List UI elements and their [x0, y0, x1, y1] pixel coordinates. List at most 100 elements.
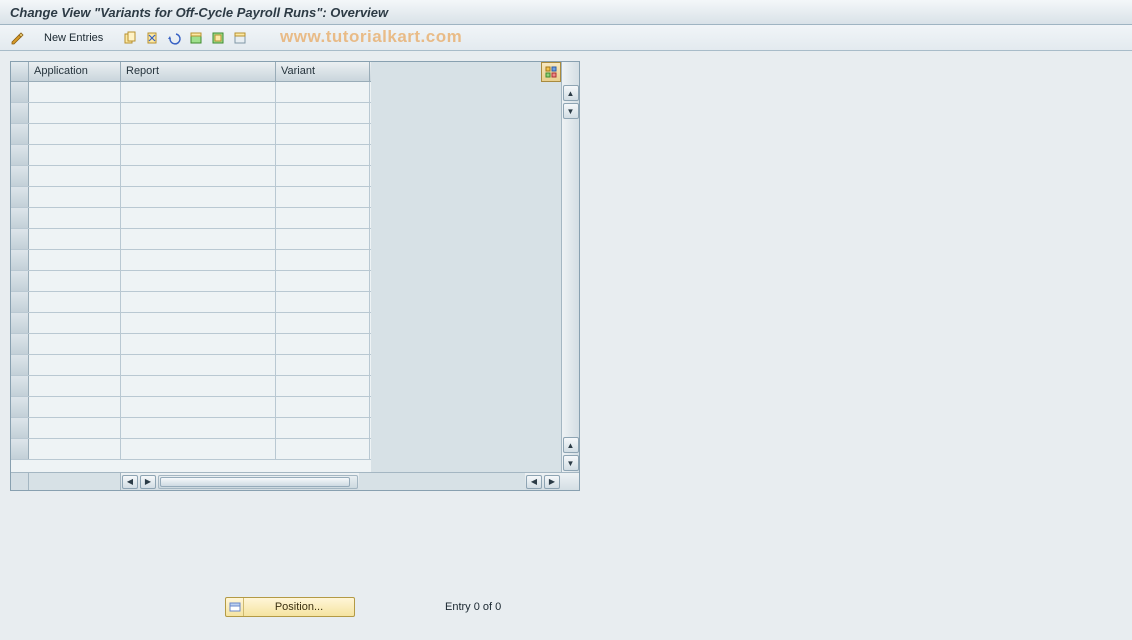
cell-report[interactable]	[121, 208, 276, 228]
cell-report[interactable]	[121, 355, 276, 375]
table-row	[11, 292, 371, 313]
scroll-up-icon[interactable]: ▲	[563, 85, 579, 101]
cell-application[interactable]	[29, 250, 121, 270]
cell-variant[interactable]	[276, 187, 370, 207]
cell-report[interactable]	[121, 166, 276, 186]
row-selector[interactable]	[11, 166, 29, 186]
row-selector-header[interactable]	[11, 62, 29, 81]
cell-application[interactable]	[29, 124, 121, 144]
cell-report[interactable]	[121, 250, 276, 270]
cell-report[interactable]	[121, 124, 276, 144]
cell-report[interactable]	[121, 145, 276, 165]
row-selector[interactable]	[11, 271, 29, 291]
cell-application[interactable]	[29, 208, 121, 228]
cell-application[interactable]	[29, 187, 121, 207]
scroll-right2-icon[interactable]: ▶	[544, 475, 560, 489]
cell-application[interactable]	[29, 397, 121, 417]
cell-report[interactable]	[121, 397, 276, 417]
cell-application[interactable]	[29, 439, 121, 459]
cell-variant[interactable]	[276, 145, 370, 165]
row-selector[interactable]	[11, 397, 29, 417]
change-icon[interactable]	[8, 29, 26, 47]
cell-variant[interactable]	[276, 313, 370, 333]
cell-report[interactable]	[121, 418, 276, 438]
cell-variant[interactable]	[276, 334, 370, 354]
row-selector[interactable]	[11, 187, 29, 207]
cell-variant[interactable]	[276, 271, 370, 291]
cell-report[interactable]	[121, 376, 276, 396]
row-selector[interactable]	[11, 418, 29, 438]
row-selector[interactable]	[11, 229, 29, 249]
row-selector[interactable]	[11, 439, 29, 459]
row-selector[interactable]	[11, 208, 29, 228]
row-selector[interactable]	[11, 313, 29, 333]
row-selector[interactable]	[11, 103, 29, 123]
select-all-icon[interactable]	[187, 29, 205, 47]
cell-variant[interactable]	[276, 229, 370, 249]
cell-report[interactable]	[121, 187, 276, 207]
row-selector[interactable]	[11, 124, 29, 144]
cell-report[interactable]	[121, 229, 276, 249]
cell-report[interactable]	[121, 82, 276, 102]
cell-variant[interactable]	[276, 397, 370, 417]
scroll-left-icon[interactable]: ◀	[122, 475, 138, 489]
cell-report[interactable]	[121, 103, 276, 123]
cell-variant[interactable]	[276, 439, 370, 459]
cell-report[interactable]	[121, 439, 276, 459]
cell-application[interactable]	[29, 82, 121, 102]
row-selector[interactable]	[11, 145, 29, 165]
cell-report[interactable]	[121, 271, 276, 291]
column-header-variant[interactable]: Variant	[276, 62, 370, 81]
row-selector[interactable]	[11, 292, 29, 312]
delete-icon[interactable]	[143, 29, 161, 47]
scroll-down-icon[interactable]: ▼	[563, 103, 579, 119]
scroll-left2-icon[interactable]: ◀	[526, 475, 542, 489]
row-selector[interactable]	[11, 334, 29, 354]
cell-application[interactable]	[29, 376, 121, 396]
cell-variant[interactable]	[276, 103, 370, 123]
hscroll-track[interactable]	[158, 475, 358, 489]
cell-application[interactable]	[29, 103, 121, 123]
cell-variant[interactable]	[276, 355, 370, 375]
cell-application[interactable]	[29, 271, 121, 291]
cell-application[interactable]	[29, 229, 121, 249]
cell-application[interactable]	[29, 334, 121, 354]
cell-application[interactable]	[29, 292, 121, 312]
cell-report[interactable]	[121, 313, 276, 333]
position-button[interactable]: Position...	[225, 597, 355, 617]
hscroll-thumb[interactable]	[160, 477, 350, 487]
table-row	[11, 124, 371, 145]
cell-application[interactable]	[29, 355, 121, 375]
cell-variant[interactable]	[276, 376, 370, 396]
horizontal-scrollbar[interactable]: ◀ ▶ ◀ ▶	[11, 472, 579, 490]
row-selector[interactable]	[11, 355, 29, 375]
column-header-report[interactable]: Report	[121, 62, 276, 81]
copy-as-icon[interactable]	[121, 29, 139, 47]
cell-variant[interactable]	[276, 166, 370, 186]
deselect-all-icon[interactable]	[231, 29, 249, 47]
scroll-down2-icon[interactable]: ▼	[563, 455, 579, 471]
configure-columns-icon[interactable]	[541, 62, 561, 82]
select-block-icon[interactable]	[209, 29, 227, 47]
cell-variant[interactable]	[276, 418, 370, 438]
cell-application[interactable]	[29, 166, 121, 186]
row-selector[interactable]	[11, 376, 29, 396]
cell-report[interactable]	[121, 334, 276, 354]
row-selector[interactable]	[11, 82, 29, 102]
cell-variant[interactable]	[276, 82, 370, 102]
cell-application[interactable]	[29, 313, 121, 333]
cell-application[interactable]	[29, 418, 121, 438]
cell-variant[interactable]	[276, 292, 370, 312]
undo-icon[interactable]	[165, 29, 183, 47]
scroll-up2-icon[interactable]: ▲	[563, 437, 579, 453]
row-selector[interactable]	[11, 250, 29, 270]
column-header-application[interactable]: Application	[29, 62, 121, 81]
new-entries-button[interactable]: New Entries	[38, 31, 109, 45]
cell-report[interactable]	[121, 292, 276, 312]
cell-variant[interactable]	[276, 124, 370, 144]
cell-application[interactable]	[29, 145, 121, 165]
vertical-scrollbar[interactable]: ▲ ▼ ▲ ▼	[561, 62, 579, 472]
cell-variant[interactable]	[276, 208, 370, 228]
cell-variant[interactable]	[276, 250, 370, 270]
scroll-right-icon[interactable]: ▶	[140, 475, 156, 489]
